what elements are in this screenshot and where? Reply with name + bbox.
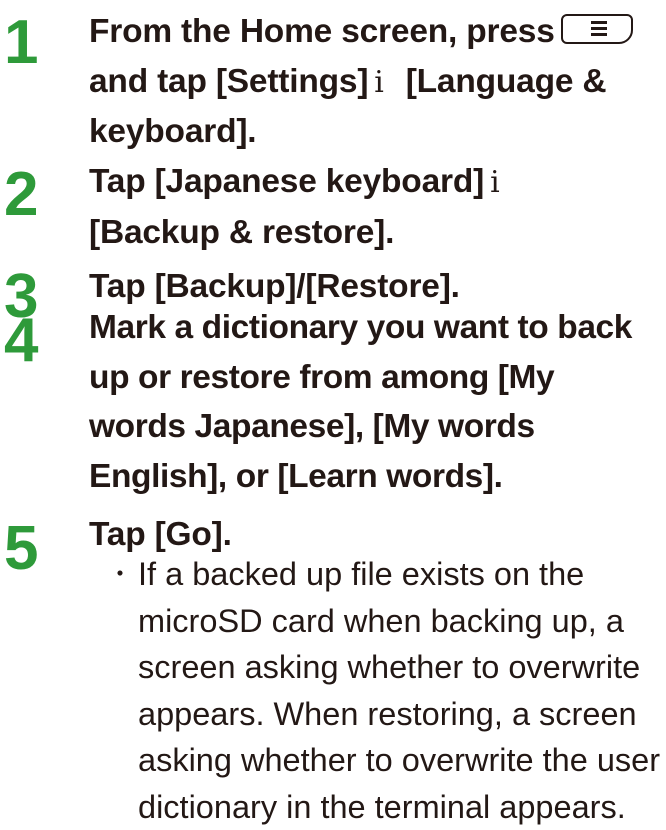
step-note: If a backed up file exists on the microS… xyxy=(138,551,666,830)
step-text: Tap [Japanese keyboard]i [Backup & resto… xyxy=(89,157,666,257)
step-number: 1 xyxy=(4,12,36,74)
note-line: appears. When restoring, a screen xyxy=(138,691,666,738)
step-line: words Japanese], [My words xyxy=(89,402,666,452)
step-text: Mark a dictionary you want to back up or… xyxy=(89,303,666,501)
step-line-text: and tap [Settings] xyxy=(89,63,368,100)
note-line: If a backed up file exists on the xyxy=(138,551,666,598)
step-line: and tap [Settings]i [Language & xyxy=(89,57,666,108)
note-line: asking whether to overwrite the user xyxy=(138,737,666,784)
step-number: 4 xyxy=(4,310,36,372)
step-line-text: From the Home screen, press xyxy=(89,13,555,50)
step-line: Mark a dictionary you want to back xyxy=(89,303,666,353)
step-line: Tap [Japanese keyboard]i xyxy=(89,157,666,208)
note-line: dictionary in the terminal appears. xyxy=(138,784,666,830)
step-line: keyboard]. xyxy=(89,107,666,157)
step-line-text: [Language & xyxy=(406,63,607,100)
note-line: microSD card when backing up, a xyxy=(138,598,666,645)
step-text: From the Home screen, press and tap [Set… xyxy=(89,7,666,157)
step-number: 2 xyxy=(4,164,36,226)
step-line: English], or [Learn words]. xyxy=(89,452,666,502)
bullet: ・ xyxy=(108,552,132,599)
menu-key-icon xyxy=(561,14,633,44)
step-line: up or restore from among [My xyxy=(89,353,666,403)
step-line-text: Tap [Japanese keyboard] xyxy=(89,163,484,200)
arrow-separator: i xyxy=(374,65,383,100)
step-line: [Backup & restore]. xyxy=(89,208,666,258)
note-line: screen asking whether to overwrite xyxy=(138,644,666,691)
step-line: From the Home screen, press xyxy=(89,7,666,57)
arrow-separator: i xyxy=(490,165,499,200)
step-number: 5 xyxy=(4,518,36,580)
